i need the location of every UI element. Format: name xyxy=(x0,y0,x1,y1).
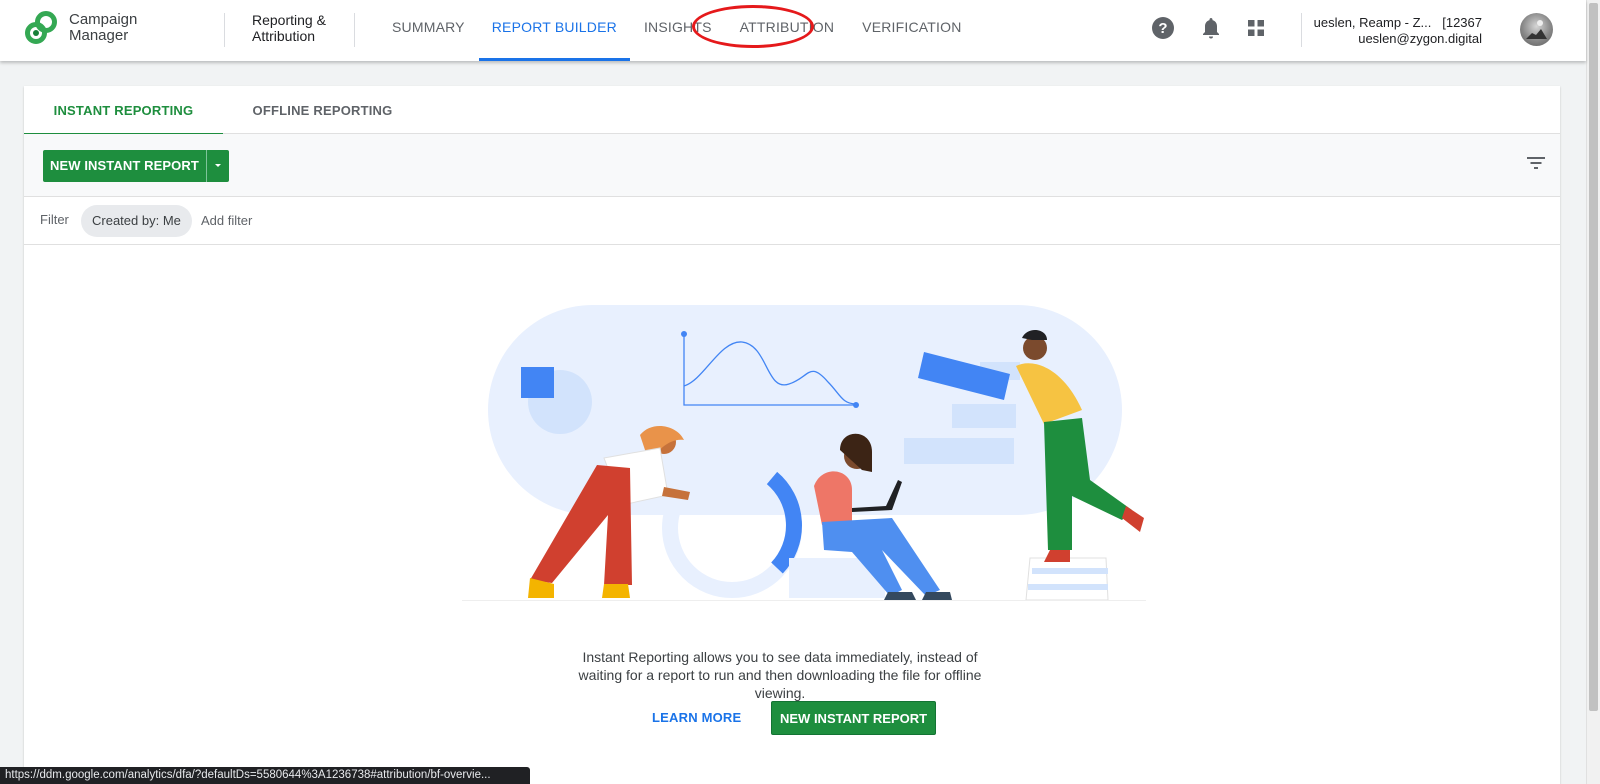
account-name: ueslen, Reamp - Z... xyxy=(1313,15,1432,30)
filter-chip-created-by[interactable]: Created by: Me xyxy=(81,205,192,237)
browser-status-url: https://ddm.google.com/analytics/dfa/?de… xyxy=(0,767,530,784)
reporting-card: INSTANT REPORTING OFFLINE REPORTING NEW … xyxy=(24,86,1560,784)
nav-tab-report-builder[interactable]: REPORT BUILDER xyxy=(478,0,631,61)
account-switcher[interactable]: ueslen, Reamp - Z... [12367 ueslen@zygon… xyxy=(1314,15,1482,47)
account-email: ueslen@zygon.digital xyxy=(1358,31,1482,46)
top-app-bar: Campaign Manager Reporting & Attribution… xyxy=(0,0,1586,61)
nav-tab-verification[interactable]: VERIFICATION xyxy=(848,0,975,61)
new-instant-report-split-button: NEW INSTANT REPORT xyxy=(43,150,229,182)
account-name-line: ueslen, Reamp - Z... [12367 xyxy=(1314,15,1482,31)
tab-instant-reporting[interactable]: INSTANT REPORTING xyxy=(24,86,223,135)
filter-bar: Filter Created by: Me Add filter xyxy=(24,197,1560,245)
section-name: Reporting & Attribution xyxy=(252,12,326,44)
notifications-icon[interactable] xyxy=(1198,15,1224,41)
new-instant-report-cta-button[interactable]: NEW INSTANT REPORT xyxy=(771,701,937,735)
product-name: Campaign Manager xyxy=(69,11,138,44)
tab-offline-reporting[interactable]: OFFLINE REPORTING xyxy=(223,86,422,134)
main-nav: SUMMARY REPORT BUILDER INSIGHTS ATTRIBUT… xyxy=(378,0,976,61)
header-divider xyxy=(354,13,355,47)
nav-tab-summary[interactable]: SUMMARY xyxy=(378,0,479,61)
header-divider xyxy=(1301,13,1302,47)
svg-text:?: ? xyxy=(1158,20,1167,37)
filter-label: Filter xyxy=(40,212,69,227)
help-icon[interactable]: ? xyxy=(1150,15,1176,41)
header-divider xyxy=(224,13,225,47)
new-instant-report-button[interactable]: NEW INSTANT REPORT xyxy=(43,150,206,182)
report-toolbar: NEW INSTANT REPORT xyxy=(24,134,1560,197)
add-filter-button[interactable]: Add filter xyxy=(201,213,252,228)
empty-state-message: Instant Reporting allows you to see data… xyxy=(578,649,982,701)
scrollbar-thumb[interactable] xyxy=(1589,3,1598,711)
campaign-manager-logo-icon xyxy=(25,11,57,44)
account-id: [12367 xyxy=(1442,15,1482,30)
caret-down-icon xyxy=(214,164,221,167)
page-scrollbar[interactable] xyxy=(1586,0,1600,784)
nav-tab-attribution[interactable]: ATTRIBUTION xyxy=(726,0,849,61)
nav-tab-insights[interactable]: INSIGHTS xyxy=(630,0,726,61)
new-report-dropdown-button[interactable] xyxy=(205,150,229,182)
learn-more-link[interactable]: LEARN MORE xyxy=(652,710,741,725)
reporting-subtabs: INSTANT REPORTING OFFLINE REPORTING xyxy=(24,86,1560,135)
avatar[interactable] xyxy=(1520,13,1553,46)
filter-list-icon[interactable] xyxy=(1526,156,1546,170)
empty-state-illustration xyxy=(462,305,1146,601)
apps-grid-icon[interactable] xyxy=(1243,15,1269,41)
